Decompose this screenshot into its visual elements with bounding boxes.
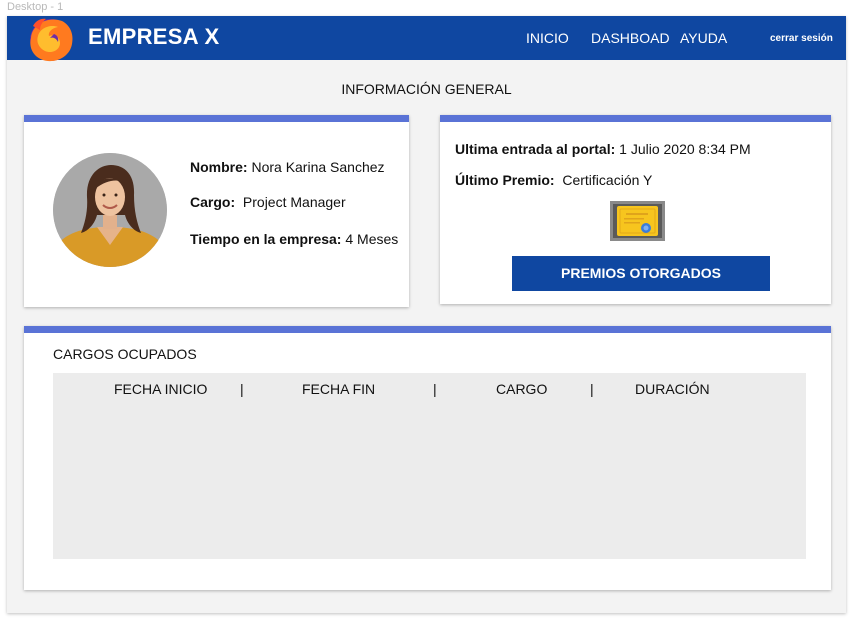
artboard-label: Desktop - 1 [7, 1, 64, 13]
user-photo-avatar [53, 153, 167, 267]
card-accent-bar [24, 115, 409, 122]
name-label: Nombre: [190, 159, 248, 175]
column-header-fecha-inicio[interactable]: FECHA INICIO [114, 381, 207, 397]
role-row: Cargo: Project Manager [190, 194, 346, 210]
last-login-label: Ultima entrada al portal: [455, 141, 616, 157]
last-award-row: Último Premio: Certificación Y [455, 172, 652, 188]
positions-table: FECHA INICIO | FECHA FIN | CARGO | DURAC… [53, 373, 806, 559]
tenure-value: 4 Meses [345, 231, 399, 247]
logout-link[interactable]: cerrar sesión [770, 33, 833, 44]
brand-name: EMPRESA X [88, 24, 220, 49]
certificate-icon [610, 201, 665, 241]
column-header-cargo[interactable]: CARGO [496, 381, 547, 397]
awards-button[interactable]: PREMIOS OTORGADOS [512, 256, 770, 291]
nav-link-dashboard[interactable]: DASHBOAD [591, 30, 670, 46]
name-row: Nombre: Nora Karina Sanchez [190, 159, 385, 175]
role-label: Cargo: [190, 194, 236, 210]
column-separator: | [240, 381, 244, 397]
positions-card: CARGOS OCUPADOS FECHA INICIO | FECHA FIN… [24, 326, 831, 590]
tenure-label: Tiempo en la empresa: [190, 231, 342, 247]
column-separator: | [433, 381, 437, 397]
positions-title: CARGOS OCUPADOS [53, 346, 197, 362]
column-header-duracion[interactable]: DURACIÓN [635, 381, 710, 397]
last-login-value: 1 Julio 2020 8:34 PM [619, 141, 751, 157]
card-accent-bar [440, 115, 831, 122]
tenure-row: Tiempo en la empresa: 4 Meses [190, 231, 398, 247]
nav-link-ayuda[interactable]: AYUDA [680, 30, 727, 46]
firefox-logo-icon [30, 18, 73, 62]
last-award-label: Último Premio: [455, 172, 555, 188]
last-login-row: Ultima entrada al portal: 1 Julio 2020 8… [455, 141, 751, 157]
portal-card: Ultima entrada al portal: 1 Julio 2020 8… [440, 115, 831, 304]
name-value: Nora Karina Sanchez [251, 159, 385, 175]
app-frame: EMPRESA X INICIO DASHBOAD AYUDA cerrar s… [7, 16, 846, 613]
nav-link-inicio[interactable]: INICIO [526, 30, 569, 46]
column-header-fecha-fin[interactable]: FECHA FIN [302, 381, 375, 397]
last-award-value: Certificación Y [562, 172, 653, 188]
profile-card: Nombre: Nora Karina Sanchez Cargo: Proje… [24, 115, 409, 307]
column-separator: | [590, 381, 594, 397]
top-navbar: EMPRESA X INICIO DASHBOAD AYUDA cerrar s… [7, 16, 846, 62]
role-value: Project Manager [242, 194, 346, 210]
card-accent-bar [24, 326, 831, 333]
page-title: INFORMACIÓN GENERAL [341, 81, 512, 97]
